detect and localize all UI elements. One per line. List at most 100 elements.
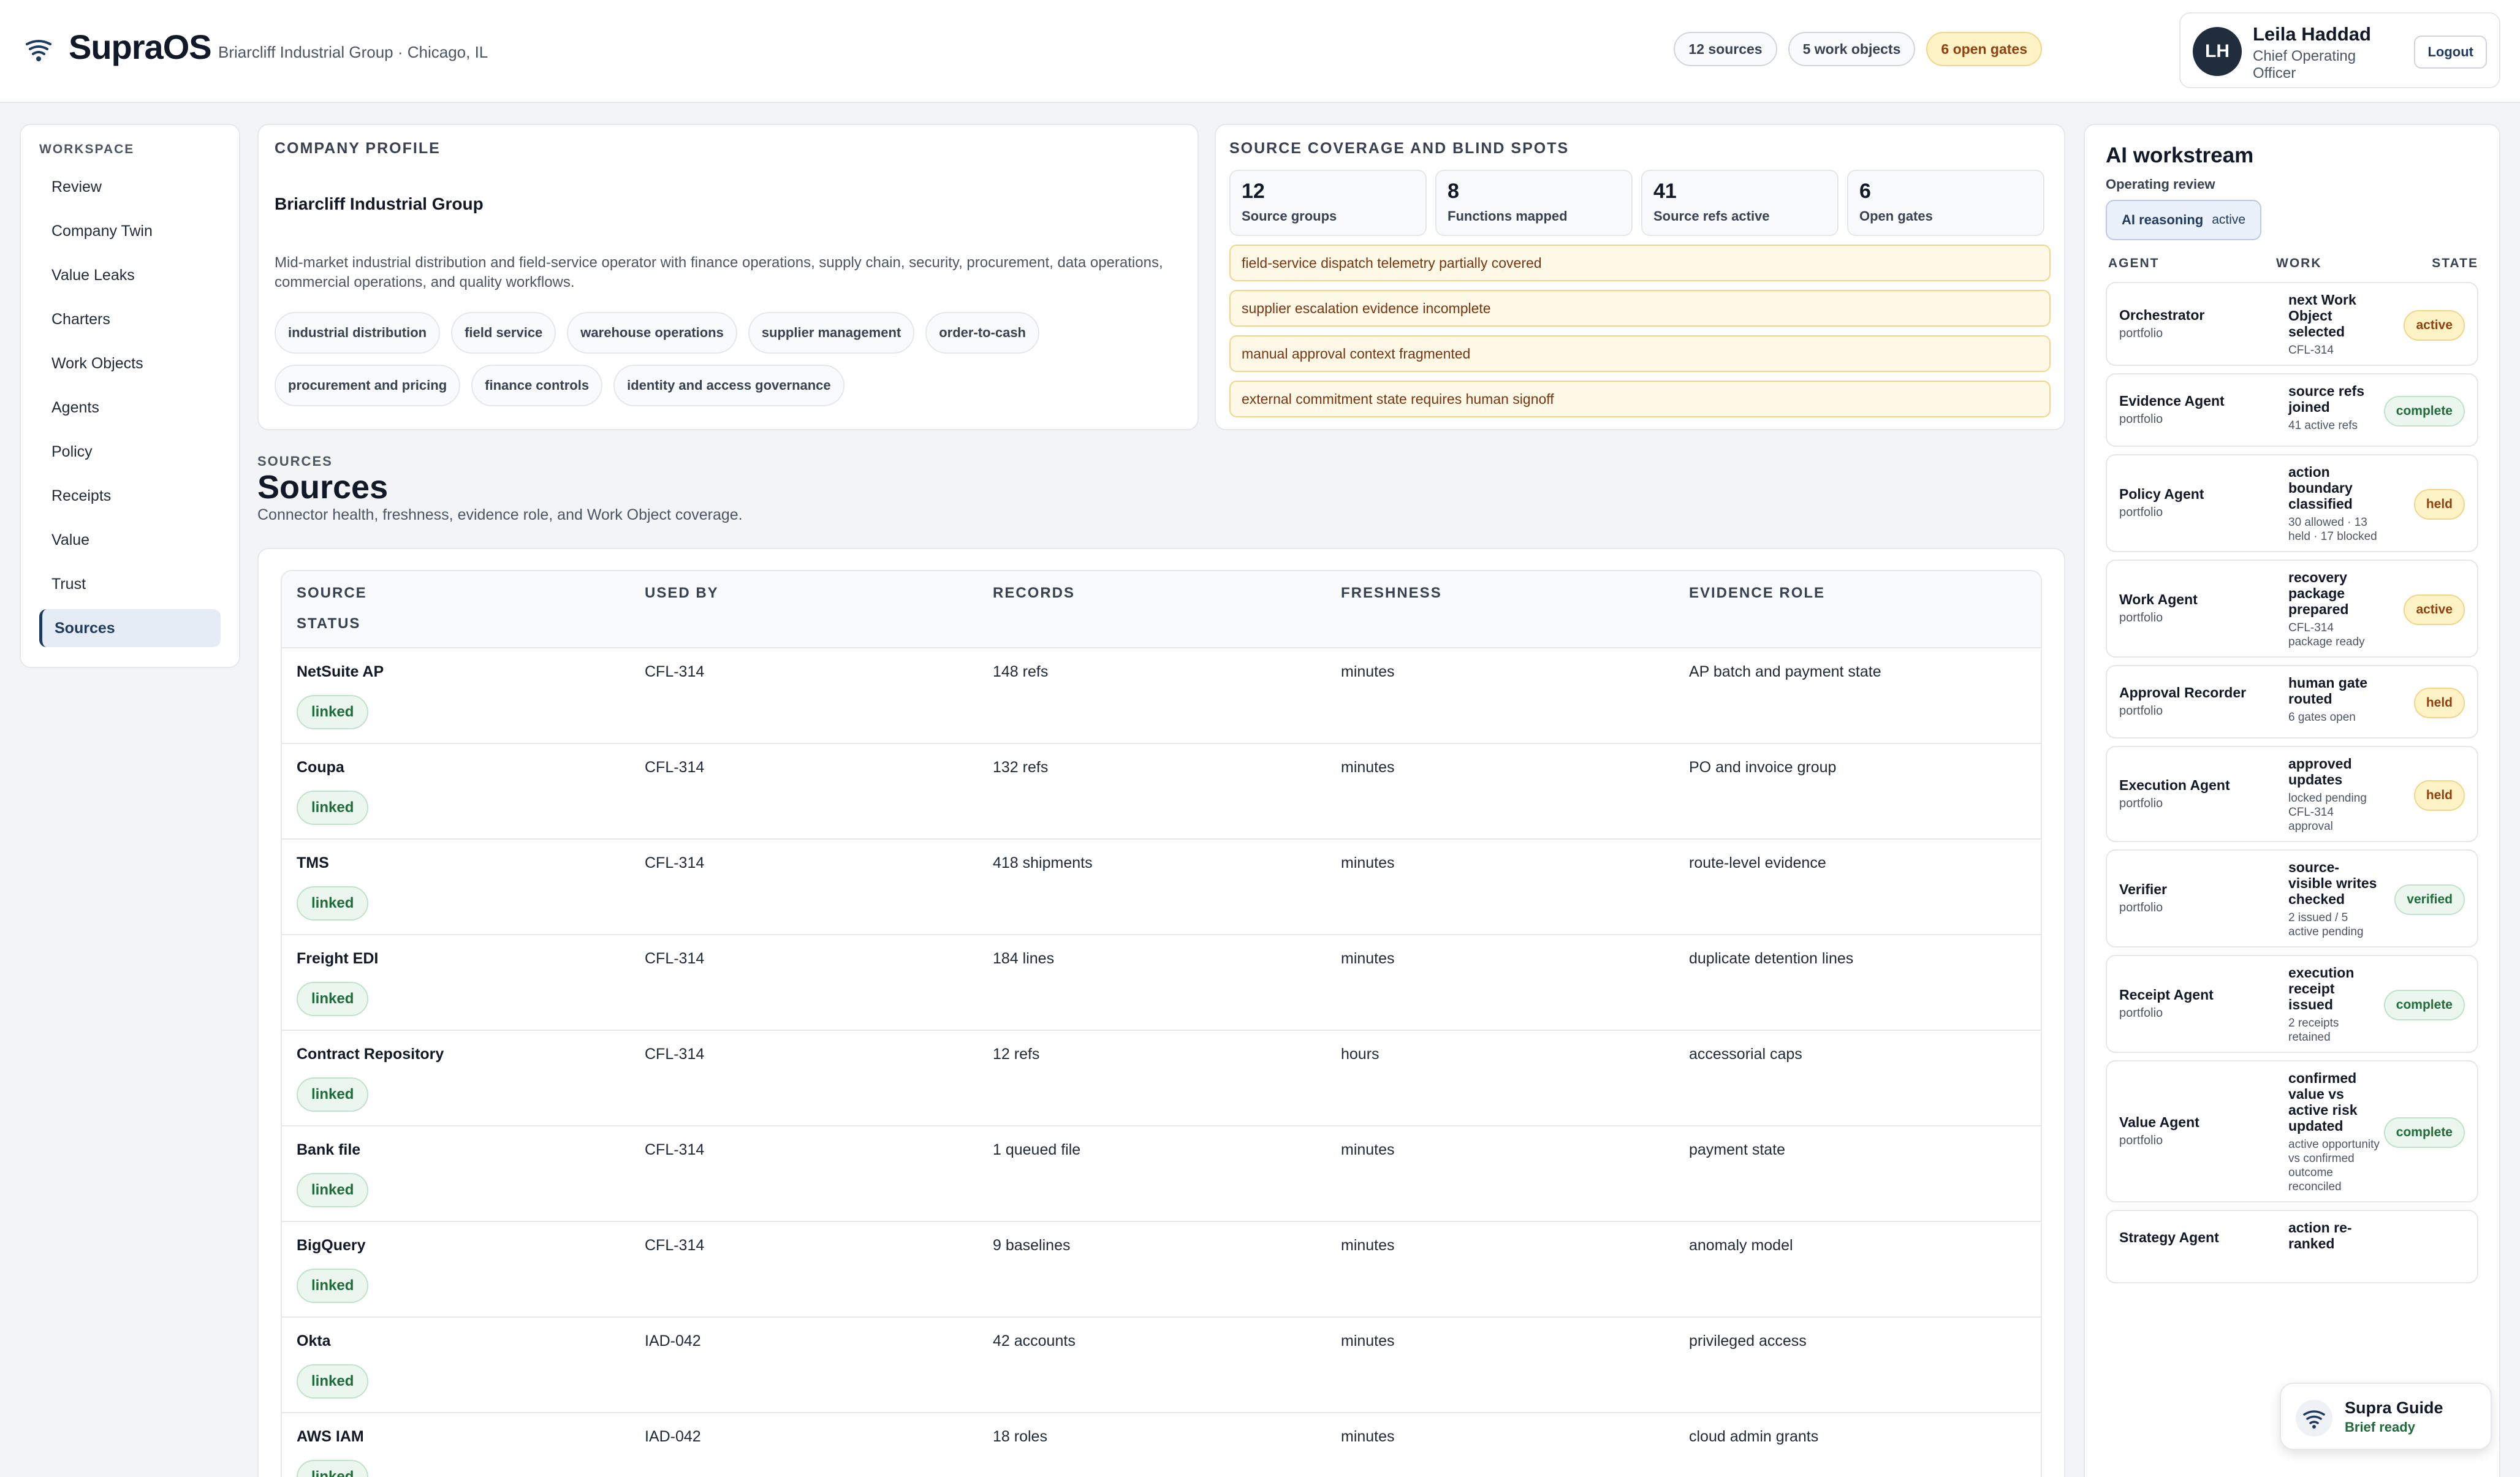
agent-work-title: execution receipt issued [2288, 965, 2355, 1012]
workstream-title: AI workstream [2106, 143, 2254, 167]
ai-reasoning-state: active [2212, 213, 2246, 227]
agent-card[interactable]: next Work Object selected CFL-314 Orchestr… [2106, 282, 2478, 366]
logout-button[interactable]: Logout [2414, 36, 2487, 69]
table-row[interactable]: Okta IAD-042 42 accounts minutes privileged … [282, 1318, 2041, 1413]
user-card: LH Leila Haddad Chief Operating Officer … [2179, 12, 2500, 88]
col-evidence-role[interactable]: EVIDENCE ROLE [1689, 585, 1825, 602]
agent-card[interactable]: execution receipt issued 2 receipts retai… [2106, 955, 2478, 1053]
tag-supplier-management[interactable]: supplier management [748, 312, 915, 354]
col-records[interactable]: RECORDS [993, 585, 1075, 602]
open-gates-pill[interactable]: 6 open gates [1926, 32, 2042, 66]
agent-name: Evidence Agent [2119, 393, 2225, 409]
tag-procurement-pricing[interactable]: procurement and pricing [275, 365, 461, 406]
cell-source[interactable]: Okta [297, 1332, 331, 1350]
cell-source[interactable]: TMS [297, 854, 329, 872]
sidebar-item-company-twin[interactable]: Company Twin [39, 212, 221, 250]
table-row[interactable]: TMS CFL-314 418 shipments minutes route-leve… [282, 840, 2041, 935]
cell-records: 42 accounts [993, 1332, 1076, 1350]
agent-card[interactable]: confirmed value vs active risk updated ac… [2106, 1060, 2478, 1202]
sidebar-item-policy[interactable]: Policy [39, 433, 221, 471]
company-description: Mid-market industrial distribution and f… [275, 254, 1163, 290]
sidebar-item-review[interactable]: Review [39, 168, 221, 206]
agent-state-badge: active [2404, 594, 2465, 625]
guide-logo-icon [2296, 1400, 2332, 1437]
table-row[interactable]: Contract Repository CFL-314 12 refs hours ac… [282, 1031, 2041, 1126]
table-row[interactable]: BigQuery CFL-314 9 baselines minutes anomaly… [282, 1222, 2041, 1318]
table-row[interactable]: Coupa CFL-314 132 refs minutes PO and invoic… [282, 744, 2041, 840]
agent-work-detail: 30 allowed · 13 held · 17 blocked [2288, 516, 2377, 543]
summary-pills: 12 sources 5 work objects 6 open gates [1674, 32, 2042, 66]
agent-scope: portfolio [2119, 412, 2163, 426]
stat-label: Functions mapped [1448, 208, 1568, 224]
company-profile-card: COMPANY PROFILE Briarcliff Industrial Gr… [257, 124, 1199, 430]
status-badge: linked [297, 982, 369, 1016]
ai-reasoning-chip[interactable]: AI reasoning active [2106, 200, 2262, 240]
agent-card[interactable]: recovery package prepared CFL-314 package… [2106, 560, 2478, 658]
cell-source[interactable]: Bank file [297, 1141, 360, 1159]
agent-work-title: confirmed value vs active risk updated [2288, 1070, 2358, 1134]
status-badge: linked [297, 886, 369, 921]
sidebar-item-trust[interactable]: Trust [39, 565, 221, 603]
user-role: Chief Operating Officer [2253, 48, 2356, 82]
ai-reasoning-label: AI reasoning [2122, 212, 2204, 227]
agent-card[interactable]: human gate routed 6 gates open Approval Re… [2106, 665, 2478, 738]
cell-source[interactable]: AWS IAM [297, 1428, 364, 1446]
avatar: LH [2193, 27, 2242, 76]
cell-source[interactable]: Coupa [297, 759, 344, 776]
tag-identity-access-governance[interactable]: identity and access governance [613, 365, 844, 406]
cell-used-by: CFL-314 [645, 663, 705, 680]
stat-open-gates: 6 Open gates [1847, 170, 2044, 236]
tag-finance-controls[interactable]: finance controls [471, 365, 603, 406]
sidebar-item-charters[interactable]: Charters [39, 300, 221, 338]
sidebar-item-value[interactable]: Value [39, 521, 221, 559]
agent-card[interactable]: action boundary classified 30 allowed · 1… [2106, 454, 2478, 552]
work-objects-count-pill[interactable]: 5 work objects [1788, 32, 1916, 66]
agent-card[interactable]: source refs joined 41 active refs Evidence… [2106, 373, 2478, 447]
sidebar-item-work-objects[interactable]: Work Objects [39, 344, 221, 382]
cell-source[interactable]: NetSuite AP [297, 663, 384, 681]
cell-records: 9 baselines [993, 1237, 1071, 1254]
agent-work: execution receipt issued 2 receipts retai… [2288, 965, 2380, 1044]
col-status[interactable]: STATUS [297, 615, 360, 632]
blind-spot-item: manual approval context fragmented [1229, 335, 2051, 372]
status-badge: linked [297, 1460, 369, 1477]
tag-field-service[interactable]: field service [451, 312, 556, 354]
cell-used-by: IAD-042 [645, 1332, 701, 1350]
tag-industrial-distribution[interactable]: industrial distribution [275, 312, 441, 354]
cell-source[interactable]: BigQuery [297, 1237, 366, 1255]
sources-count-pill[interactable]: 12 sources [1674, 32, 1777, 66]
cell-freshness: minutes [1341, 1237, 1395, 1254]
cell-source[interactable]: Freight EDI [297, 950, 378, 968]
col-work: WORK [2276, 256, 2322, 270]
agent-work: approved updates locked pending CFL-314 a… [2288, 756, 2380, 833]
table-row[interactable]: AWS IAM IAD-042 18 roles minutes cloud admin… [282, 1413, 2041, 1477]
agent-card[interactable]: approved updates locked pending CFL-314 a… [2106, 746, 2478, 842]
sidebar-item-value-leaks[interactable]: Value Leaks [39, 256, 221, 294]
sidebar-item-sources[interactable]: Sources [39, 609, 221, 647]
table-row[interactable]: NetSuite AP CFL-314 148 refs minutes AP batc… [282, 648, 2041, 744]
brand-name[interactable]: SupraOS [69, 27, 212, 67]
cell-freshness: hours [1341, 1046, 1380, 1063]
agent-card[interactable]: source-visible writes checked 2 issued / … [2106, 849, 2478, 947]
cell-evidence-role: route-level evidence [1689, 854, 1826, 871]
table-row[interactable]: Freight EDI CFL-314 184 lines minutes duplic… [282, 935, 2041, 1031]
col-used-by[interactable]: USED BY [645, 585, 719, 602]
tag-warehouse-operations[interactable]: warehouse operations [567, 312, 737, 354]
sidebar: WORKSPACE Review Company Twin Value Leak… [20, 124, 240, 668]
agent-work: action boundary classified 30 allowed · 1… [2288, 464, 2380, 544]
supra-guide-launcher[interactable]: Supra Guide Brief ready [2280, 1383, 2492, 1450]
user-name: Leila Haddad [2253, 23, 2371, 45]
agent-work: source-visible writes checked 2 issued / … [2288, 859, 2380, 939]
agent-name: Verifier [2119, 881, 2167, 897]
tag-order-to-cash[interactable]: order-to-cash [925, 312, 1039, 354]
col-freshness[interactable]: FRESHNESS [1341, 585, 1442, 602]
agent-work-title: source-visible writes checked [2288, 859, 2377, 907]
col-source[interactable]: SOURCE [297, 585, 367, 602]
cell-used-by: CFL-314 [645, 950, 705, 967]
agent-card[interactable]: action re-ranked Strategy Agent [2106, 1210, 2478, 1283]
sidebar-item-agents[interactable]: Agents [39, 389, 221, 427]
table-row[interactable]: Bank file CFL-314 1 queued file minutes paym… [282, 1126, 2041, 1222]
sidebar-item-receipts[interactable]: Receipts [39, 477, 221, 515]
cell-freshness: minutes [1341, 1332, 1395, 1350]
cell-source[interactable]: Contract Repository [297, 1046, 444, 1063]
